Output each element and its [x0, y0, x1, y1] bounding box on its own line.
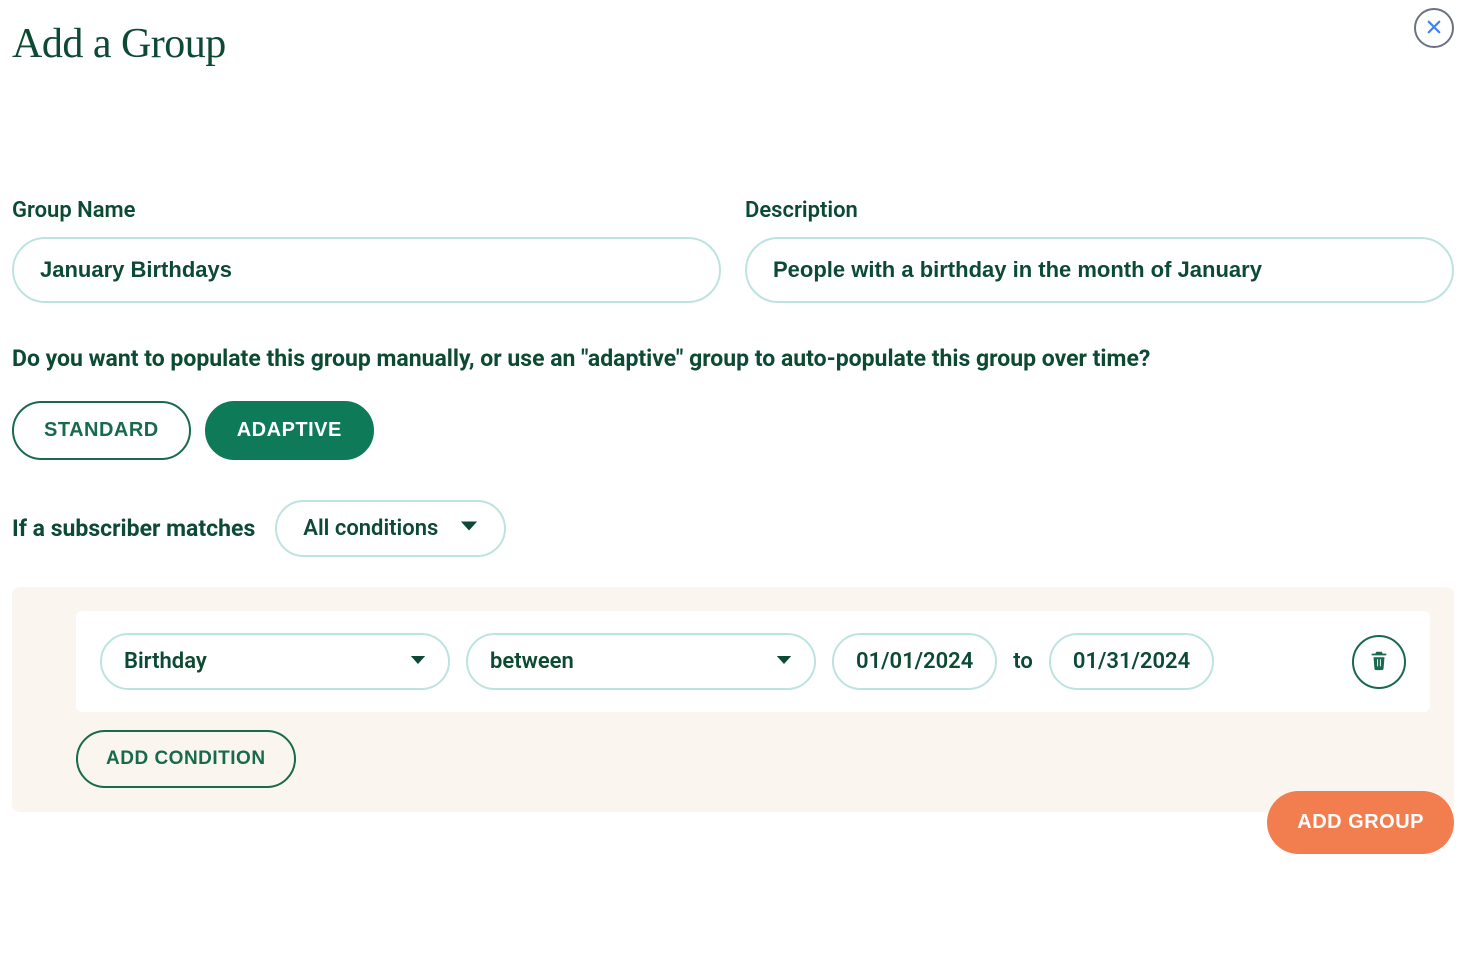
condition-to-text: to [1013, 649, 1033, 674]
close-icon [1425, 18, 1443, 39]
conditions-panel: Birthday between 01/01/2024 to 01/31/202… [12, 587, 1454, 812]
group-name-label: Group Name [12, 198, 721, 223]
add-condition-button[interactable]: ADD CONDITION [76, 730, 296, 788]
add-group-button[interactable]: ADD GROUP [1267, 791, 1454, 854]
chevron-down-icon [460, 516, 478, 541]
condition-date-from[interactable]: 01/01/2024 [832, 633, 997, 690]
chevron-down-icon [410, 649, 426, 674]
group-type-pills: STANDARD ADAPTIVE [12, 401, 1454, 460]
standard-button[interactable]: STANDARD [12, 401, 191, 460]
description-input[interactable] [745, 237, 1454, 303]
group-type-question: Do you want to populate this group manua… [12, 343, 1454, 375]
match-prefix: If a subscriber matches [12, 515, 255, 542]
description-field-wrapper: Description [745, 198, 1454, 303]
trash-icon [1368, 649, 1390, 674]
delete-condition-button[interactable] [1352, 635, 1406, 689]
chevron-down-icon [776, 649, 792, 674]
condition-field-value: Birthday [124, 649, 207, 674]
condition-row: Birthday between 01/01/2024 to 01/31/202… [76, 611, 1430, 712]
adaptive-button[interactable]: ADAPTIVE [205, 401, 374, 460]
form-row: Group Name Description [0, 198, 1466, 303]
description-label: Description [745, 198, 1454, 223]
group-name-input[interactable] [12, 237, 721, 303]
match-select[interactable]: All conditions [275, 500, 506, 557]
group-name-field-wrapper: Group Name [12, 198, 721, 303]
page-title: Add a Group [12, 20, 1466, 68]
close-button[interactable] [1414, 8, 1454, 48]
condition-operator-select[interactable]: between [466, 633, 816, 690]
match-row: If a subscriber matches All conditions [12, 500, 1454, 557]
match-select-value: All conditions [303, 516, 438, 541]
condition-date-to[interactable]: 01/31/2024 [1049, 633, 1214, 690]
condition-operator-value: between [490, 649, 574, 674]
condition-field-select[interactable]: Birthday [100, 633, 450, 690]
